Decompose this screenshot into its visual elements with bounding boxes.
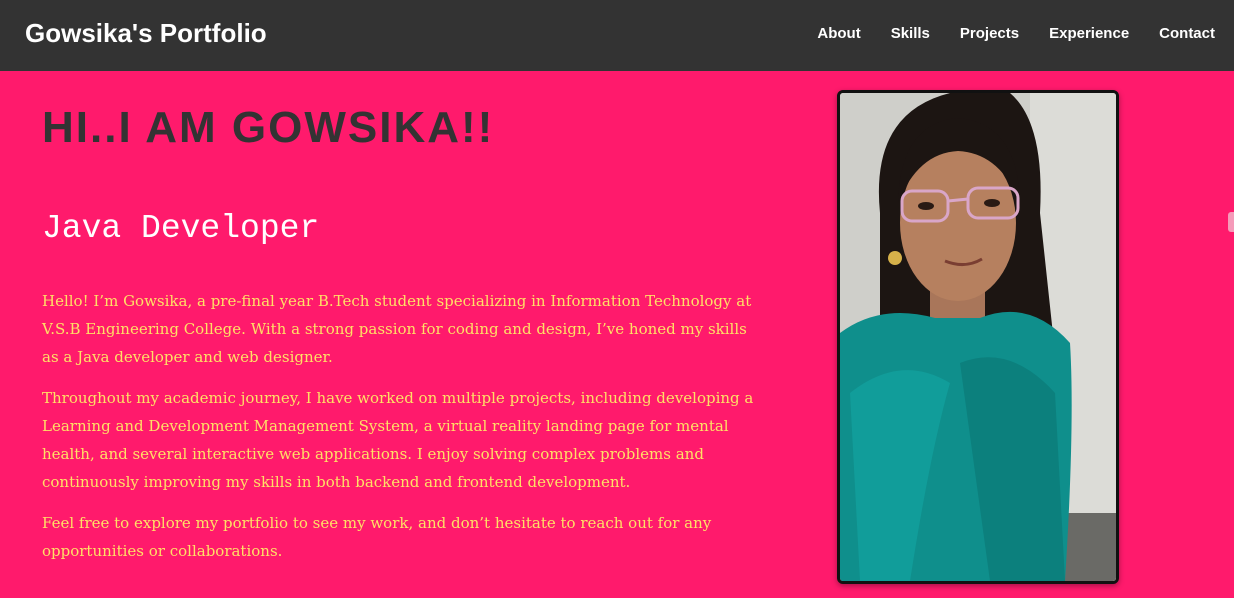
bio-text: Hello! I’m Gowsika, a pre-final year B.T… [42,287,757,578]
hero-title: HI..I AM GOWSIKA!! [42,103,495,152]
nav-link-skills[interactable]: Skills [891,25,930,42]
profile-photo-image [840,93,1116,581]
scroll-indicator[interactable] [1228,212,1234,232]
nav-link-experience[interactable]: Experience [1049,25,1129,42]
site-brand[interactable]: Gowsika's Portfolio [25,18,267,49]
nav-link-about[interactable]: About [817,25,860,42]
bio-paragraph-contact: Feel free to explore my portfolio to see… [42,514,712,560]
bio-paragraph-intro: Hello! I’m Gowsika, a pre-final year B.T… [42,292,752,366]
navbar: Gowsika's Portfolio About Skills Project… [0,0,1234,71]
nav-link-projects[interactable]: Projects [960,25,1019,42]
nav-links: About Skills Projects Experience Contact [817,25,1215,42]
hero-role: Java Developer [42,210,320,247]
nav-link-contact[interactable]: Contact [1159,25,1215,42]
bio-paragraph-projects: Throughout my academic journey, I have w… [42,389,754,491]
profile-photo [837,90,1119,584]
